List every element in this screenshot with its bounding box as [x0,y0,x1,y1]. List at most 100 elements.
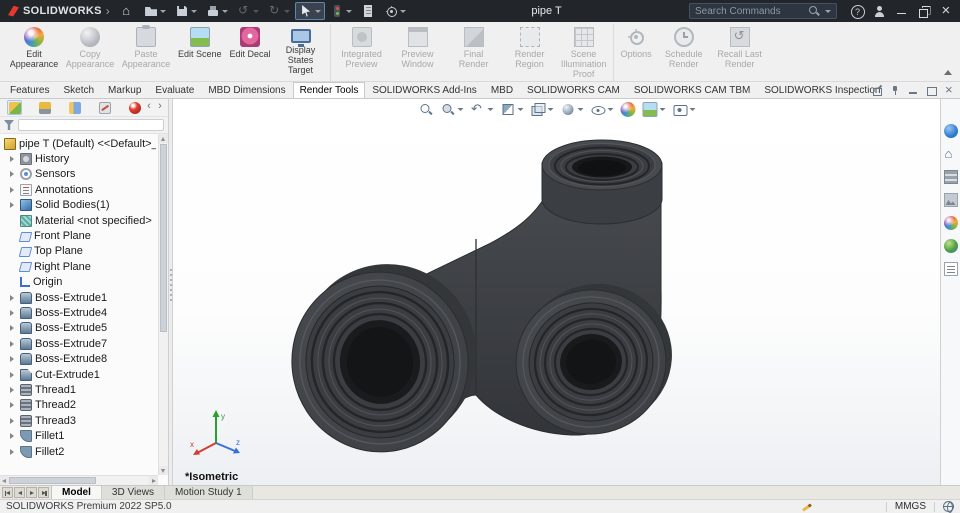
pin-icon[interactable] [890,85,901,96]
window-control-button[interactable] [868,1,890,21]
tree-item[interactable]: Sensors [2,167,156,182]
ribbon-button[interactable]: Display States Target [275,24,331,81]
filter-icon[interactable] [4,120,14,130]
quick-access-button[interactable] [380,2,410,20]
expand-arrow-icon[interactable] [8,384,17,396]
quick-access-button[interactable] [326,2,356,20]
expand-arrow-icon[interactable] [8,261,17,273]
ribbon-button[interactable]: Edit Scene [174,24,226,81]
ribbon-button[interactable]: Edit Decal [226,24,275,81]
expand-arrow-icon[interactable] [8,353,17,365]
command-tab[interactable]: MBD [484,82,520,98]
manager-tab[interactable] [67,100,82,115]
minimize-panel-icon[interactable] [908,85,919,96]
ribbon-button[interactable]: Scene Illumination Proof Sheet [558,24,614,81]
quick-access-button[interactable] [140,2,170,20]
task-pane-button[interactable] [943,123,959,139]
headsup-button[interactable] [498,101,525,118]
search-caret-icon[interactable] [825,9,832,13]
document-tab[interactable]: Model [52,486,102,499]
command-tab[interactable]: SOLIDWORKS CAM TBM [627,82,758,98]
manager-tab[interactable] [37,100,52,115]
scroll-up-icon[interactable] [159,134,168,143]
quick-access-button[interactable] [357,2,379,20]
tab-last-icon[interactable] [38,487,49,498]
quick-access-button[interactable] [295,2,326,20]
command-tab[interactable]: Markup [101,82,148,98]
ribbon-button[interactable]: Integrated Preview [334,24,390,81]
task-pane-button[interactable] [943,146,959,162]
headsup-button[interactable] [528,101,555,118]
pipe-tee-model[interactable] [173,99,940,485]
expand-arrow-icon[interactable] [8,245,17,257]
tree-item[interactable]: Thread1 [2,382,156,397]
expand-arrow-icon[interactable] [8,168,17,180]
tree-item[interactable]: Thread3 [2,413,156,428]
search-commands-box[interactable]: Search Commands [689,3,838,19]
tab-prev-icon[interactable] [14,487,25,498]
quick-access-button[interactable] [171,2,201,20]
scroll-left-icon[interactable] [0,476,9,485]
expand-arrow-icon[interactable] [8,430,17,442]
expand-arrow-icon[interactable] [8,215,17,227]
command-tab[interactable]: Sketch [56,82,101,98]
task-pane-button[interactable] [943,169,959,185]
window-control-button[interactable] [846,1,868,21]
undock-icon[interactable] [872,85,883,96]
scroll-right-icon[interactable] [149,476,158,485]
command-tab[interactable]: Features [3,82,56,98]
ribbon-button[interactable]: Copy Appearance [62,24,118,81]
tree-item[interactable]: Fillet1 [2,428,156,443]
command-tab[interactable]: SOLIDWORKS CAM [520,82,627,98]
quick-access-button[interactable] [117,2,139,20]
command-tab[interactable]: Evaluate [148,82,201,98]
expand-arrow-icon[interactable] [8,399,17,411]
language-globe-icon[interactable] [943,501,954,513]
tree-item[interactable]: Boss-Extrude8 [2,351,156,366]
ribbon-button[interactable]: Schedule Render [656,24,712,81]
window-control-button[interactable] [934,1,956,21]
search-icon[interactable] [808,5,820,17]
brand-expand-icon[interactable] [106,4,110,18]
ribbon-button[interactable]: Preview Window [390,24,446,81]
window-control-button[interactable] [912,1,934,21]
graphics-viewport[interactable]: y x z *Isometric [173,99,940,485]
tree-item[interactable]: Front Plane [2,228,156,243]
expand-arrow-icon[interactable] [8,415,17,427]
close-panel-icon[interactable] [944,82,955,97]
headsup-button[interactable] [468,101,495,118]
tree-item[interactable]: Thread2 [2,398,156,413]
scroll-down-icon[interactable] [159,466,168,475]
expand-arrow-icon[interactable] [8,307,17,319]
tree-item[interactable]: Solid Bodies(1) [2,198,156,213]
tab-first-icon[interactable] [2,487,13,498]
window-control-button[interactable] [890,1,912,21]
ribbon-collapse-icon[interactable] [944,70,952,75]
tree-item[interactable]: Boss-Extrude7 [2,336,156,351]
tree-item[interactable]: Origin [2,275,156,290]
manager-tab[interactable] [127,100,142,115]
ribbon-button[interactable]: Options [617,24,656,81]
ribbon-button[interactable]: Edit Appearance [6,24,62,81]
scrollbar-thumb[interactable] [9,477,96,484]
document-tab[interactable]: Motion Study 1 [164,486,253,499]
quick-access-button[interactable] [202,2,232,20]
command-tab[interactable]: SOLIDWORKS Add-Ins [365,82,483,98]
headsup-button[interactable] [416,101,435,118]
headsup-button[interactable] [438,101,465,118]
command-tab[interactable]: Render Tools [292,82,366,98]
expand-arrow-icon[interactable] [8,184,17,196]
tree-item[interactable]: Cut-Extrude1 [2,367,156,382]
expand-arrow-icon[interactable] [8,292,17,304]
horizontal-scrollbar[interactable] [0,475,158,485]
ribbon-button[interactable]: Final Render [446,24,502,81]
tab-next-icon[interactable] [26,487,37,498]
headsup-button[interactable] [588,101,615,118]
tree-item[interactable]: Boss-Extrude4 [2,305,156,320]
task-pane-button[interactable] [943,238,959,254]
command-tab[interactable]: MBD Dimensions [201,82,292,98]
expand-arrow-icon[interactable] [8,446,17,458]
headsup-button[interactable] [670,101,697,118]
vertical-scrollbar[interactable] [158,134,168,475]
headsup-button[interactable] [618,101,637,118]
